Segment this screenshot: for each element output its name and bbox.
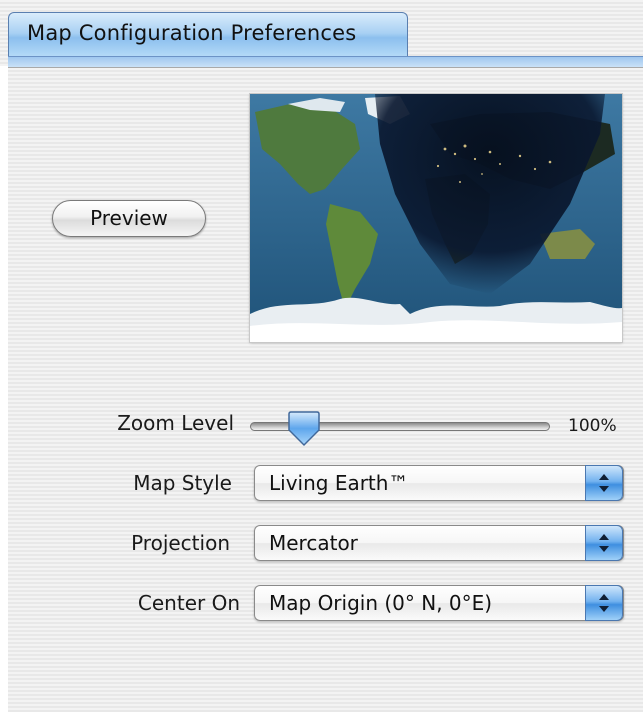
map-style-label: Map Style (133, 471, 232, 495)
preview-button[interactable]: Preview (52, 200, 206, 237)
preview-button-label: Preview (90, 206, 168, 230)
center-on-value: Map Origin (0° N, 0°E) (269, 591, 493, 615)
zoom-level-value: 100% (568, 416, 617, 436)
center-on-popup[interactable]: Map Origin (0° N, 0°E) (254, 585, 624, 621)
tab-label: Map Configuration Preferences (27, 21, 357, 45)
map-style-value: Living Earth™ (269, 471, 409, 495)
zoom-level-label: Zoom Level (117, 411, 234, 435)
tab-divider (8, 56, 643, 68)
up-down-arrows-icon (585, 525, 623, 561)
tab-map-configuration[interactable]: Map Configuration Preferences (8, 12, 408, 58)
map-preview-image (250, 94, 622, 342)
projection-label: Projection (131, 531, 230, 555)
map-style-popup[interactable]: Living Earth™ (254, 465, 624, 501)
window-edge (0, 66, 8, 712)
projection-popup[interactable]: Mercator (254, 525, 624, 561)
up-down-arrows-icon (585, 465, 623, 501)
zoom-slider-thumb[interactable] (287, 410, 321, 448)
world-map-image (250, 94, 622, 342)
projection-value: Mercator (269, 531, 358, 555)
up-down-arrows-icon (585, 585, 623, 621)
slider-thumb-icon (288, 411, 320, 447)
center-on-label: Center On (137, 591, 240, 615)
